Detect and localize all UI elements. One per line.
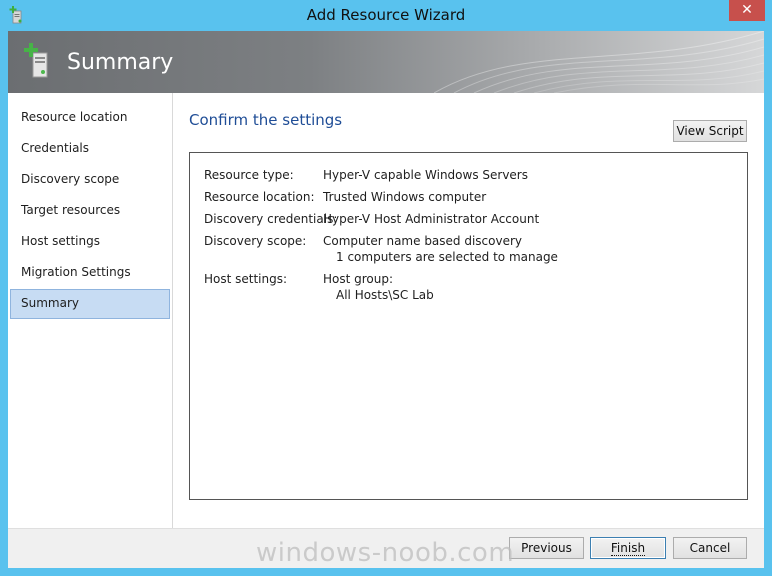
sidebar-item-summary[interactable]: Summary [10, 289, 170, 319]
close-button[interactable]: ✕ [729, 0, 765, 21]
view-script-button[interactable]: View Script [673, 120, 747, 142]
server-add-icon [24, 43, 48, 78]
discovery-credentials-label: Discovery credentials: [204, 212, 338, 226]
main-content: Confirm the settings View Script Resourc… [173, 93, 764, 528]
window-title: Add Resource Wizard [306, 6, 466, 24]
title-bar[interactable]: Add Resource Wizard ✕ [0, 0, 772, 31]
sidebar-item-discovery-scope[interactable]: Discovery scope [10, 165, 170, 194]
sidebar-item-target-resources[interactable]: Target resources [10, 196, 170, 225]
page-title: Summary [67, 50, 174, 75]
sidebar-item-host-settings[interactable]: Host settings [10, 227, 170, 256]
resource-location-label: Resource location: [204, 190, 315, 204]
summary-panel[interactable]: Resource type: Hyper-V capable Windows S… [189, 152, 748, 500]
wizard-footer: Previous Finish Cancel [8, 528, 764, 568]
discovery-scope-value: Computer name based discovery [323, 234, 523, 248]
host-settings-detail: All Hosts\SC Lab [336, 288, 434, 302]
section-heading: Confirm the settings [189, 111, 343, 129]
discovery-scope-detail: 1 computers are selected to manage [336, 250, 558, 264]
sidebar-item-migration-settings[interactable]: Migration Settings [10, 258, 170, 287]
sidebar-item-credentials[interactable]: Credentials [10, 134, 170, 163]
resource-type-value: Hyper-V capable Windows Servers [323, 168, 528, 182]
host-settings-label: Host settings: [204, 272, 288, 286]
view-script-label: View Script [676, 124, 744, 138]
cancel-label: Cancel [689, 541, 731, 555]
discovery-credentials-value: Hyper-V Host Administrator Account [323, 212, 540, 226]
wizard-header: Summary [8, 31, 764, 93]
discovery-scope-label: Discovery scope: [204, 234, 307, 248]
wizard-window: Add Resource Wizard ✕ Summary Resource l… [0, 0, 772, 576]
sidebar-item-resource-location[interactable]: Resource location [10, 103, 170, 132]
finish-label: Finish [610, 541, 646, 556]
host-settings-value: Host group: [323, 272, 394, 286]
cancel-button[interactable]: Cancel [673, 537, 747, 559]
finish-button[interactable]: Finish [590, 537, 666, 559]
resource-location-value: Trusted Windows computer [323, 190, 487, 204]
header-decoration [434, 31, 764, 93]
close-icon: ✕ [741, 2, 753, 18]
previous-button[interactable]: Previous [509, 537, 584, 559]
wizard-steps-sidebar: Resource location Credentials Discovery … [8, 93, 173, 528]
previous-label: Previous [521, 541, 572, 555]
resource-type-label: Resource type: [204, 168, 294, 182]
